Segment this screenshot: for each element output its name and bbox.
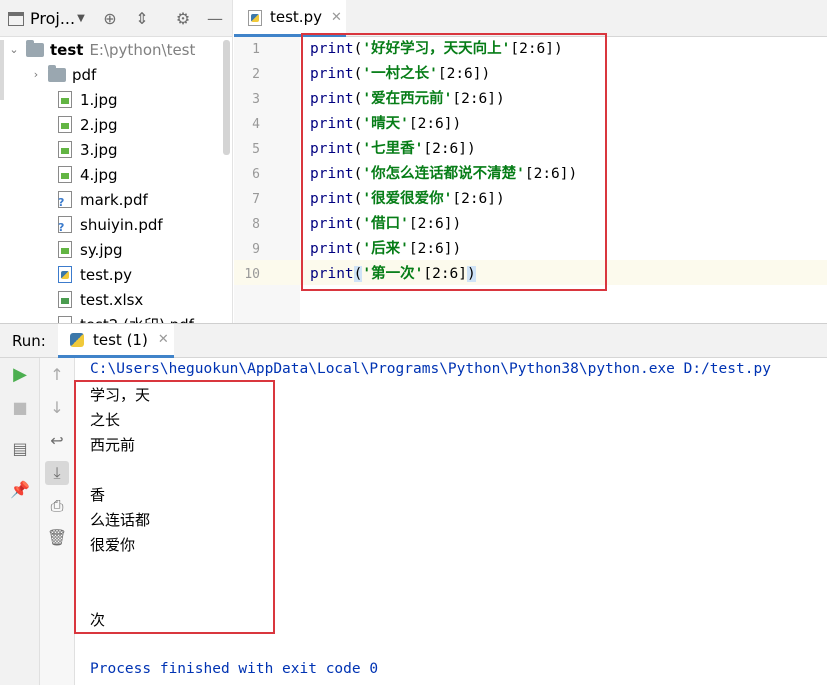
stop-icon[interactable]: ■ <box>8 396 32 420</box>
code-highlight-box <box>301 33 607 291</box>
project-view-selector[interactable]: Proj... ▼ <box>8 9 85 28</box>
tab-label: test.py <box>270 8 322 26</box>
project-title: Proj... <box>30 9 76 28</box>
run-tab-label: test (1) <box>93 330 148 349</box>
unknown-file-icon <box>58 216 72 234</box>
chevron-right-icon[interactable]: › <box>30 68 42 81</box>
tree-item-label: test.py <box>80 265 132 284</box>
editor-tabs: test.py ✕ <box>234 0 827 37</box>
chevron-down-icon[interactable]: ⌄ <box>8 43 20 56</box>
folder-icon <box>48 64 66 82</box>
tree-item-sy-jpg[interactable]: sy.jpg <box>58 237 232 262</box>
tree-item-2-jpg[interactable]: 2.jpg <box>58 112 232 137</box>
run-toolbar-secondary: ↑ ↓ ↩ ⤓ ⎙ 🗑 <box>40 358 75 685</box>
image-file-icon <box>58 91 72 108</box>
arrow-down-icon[interactable]: ↓ <box>45 396 69 420</box>
tree-item-label: test2 (水印).pdf <box>80 314 194 323</box>
line-number: 9 <box>252 242 260 257</box>
collapse-all-icon[interactable]: ⇕ <box>132 9 152 29</box>
tree-item-label: sy.jpg <box>80 240 123 259</box>
python-file-icon <box>248 9 262 26</box>
tree-item-label: 1.jpg <box>80 90 118 109</box>
trash-icon[interactable]: 🗑 <box>45 526 69 550</box>
rerun-icon[interactable]: ▶ <box>8 363 32 387</box>
tree-item-label: test.xlsx <box>80 290 144 309</box>
tree-item-test2-pdf[interactable]: test2 (水印).pdf <box>58 312 232 323</box>
line-number: 2 <box>252 67 260 82</box>
left-edge-scrollbar[interactable] <box>0 40 4 100</box>
tab-run-test[interactable]: test (1) ✕ <box>58 324 174 358</box>
tree-item-1-jpg[interactable]: 1.jpg <box>58 87 232 112</box>
tree-root-name: test <box>50 40 84 59</box>
tree-item-label: 3.jpg <box>80 140 118 159</box>
tree-item-test-xlsx[interactable]: test.xlsx <box>58 287 232 312</box>
line-number: 5 <box>252 142 260 157</box>
close-icon[interactable]: ✕ <box>331 10 342 25</box>
console-exit-message: Process finished with exit code 0 <box>90 661 379 677</box>
tree-item-test-py[interactable]: test.py <box>58 262 232 287</box>
tree-item-label: 4.jpg <box>80 165 118 184</box>
output-highlight-box <box>74 380 275 634</box>
tree-root-path: E:\python\test <box>89 40 196 59</box>
line-number: 7 <box>252 192 260 207</box>
python-file-icon <box>58 266 72 283</box>
project-panel: Proj... ▼ ⊕ ⇕ ⚙ — ⌄ test E:\python\test … <box>0 0 233 323</box>
run-toolbar-primary: ▶ ■ ▤ 📌 <box>0 358 40 685</box>
soft-wrap-icon[interactable]: ↩ <box>45 429 69 453</box>
tree-item-shuiyin-pdf[interactable]: shuiyin.pdf <box>58 212 232 237</box>
unknown-file-icon <box>58 191 72 209</box>
tree-item-label: 2.jpg <box>80 115 118 134</box>
run-label: Run: <box>12 332 46 350</box>
project-tree: ⌄ test E:\python\test › pdf 1.jpg 2.jpg … <box>0 37 232 323</box>
arrow-up-icon[interactable]: ↑ <box>45 363 69 387</box>
folder-icon <box>26 39 44 57</box>
image-file-icon <box>58 141 72 158</box>
layout-icon[interactable]: ▤ <box>8 437 32 461</box>
image-file-icon <box>58 241 72 258</box>
tree-root[interactable]: ⌄ test E:\python\test <box>8 37 228 62</box>
tree-item-pdf[interactable]: › pdf <box>30 62 232 87</box>
minimize-icon[interactable]: — <box>205 9 225 29</box>
locate-icon[interactable]: ⊕ <box>100 9 120 29</box>
tree-item-3-jpg[interactable]: 3.jpg <box>58 137 232 162</box>
tree-item-mark-pdf[interactable]: mark.pdf <box>58 187 232 212</box>
chevron-down-icon: ▼ <box>77 13 85 24</box>
line-number: 10 <box>244 267 260 282</box>
gear-icon[interactable]: ⚙ <box>173 9 193 29</box>
line-number: 6 <box>252 167 260 182</box>
tree-scrollbar[interactable] <box>223 40 230 155</box>
unknown-file-icon <box>58 316 72 323</box>
tree-item-label: shuiyin.pdf <box>80 215 163 234</box>
line-number: 3 <box>252 92 260 107</box>
image-file-icon <box>58 116 72 133</box>
tree-item-label: pdf <box>72 65 97 84</box>
image-file-icon <box>58 166 72 183</box>
print-icon[interactable]: ⎙ <box>45 494 69 518</box>
console-command: C:\Users\heguokun\AppData\Local\Programs… <box>90 361 771 377</box>
tree-item-label: mark.pdf <box>80 190 148 209</box>
run-header: Run: test (1) ✕ <box>0 323 827 358</box>
excel-file-icon <box>58 291 72 308</box>
project-window-icon <box>8 11 24 26</box>
line-number: 1 <box>252 42 260 57</box>
scroll-to-end-icon[interactable]: ⤓ <box>45 461 69 485</box>
line-number: 4 <box>252 117 260 132</box>
python-icon <box>70 332 84 347</box>
close-icon[interactable]: ✕ <box>158 332 169 347</box>
tree-item-4-jpg[interactable]: 4.jpg <box>58 162 232 187</box>
pin-icon[interactable]: 📌 <box>8 478 32 502</box>
line-number: 8 <box>252 217 260 232</box>
project-toolbar: Proj... ▼ ⊕ ⇕ ⚙ — <box>0 0 232 37</box>
tab-test-py[interactable]: test.py ✕ <box>234 0 346 37</box>
